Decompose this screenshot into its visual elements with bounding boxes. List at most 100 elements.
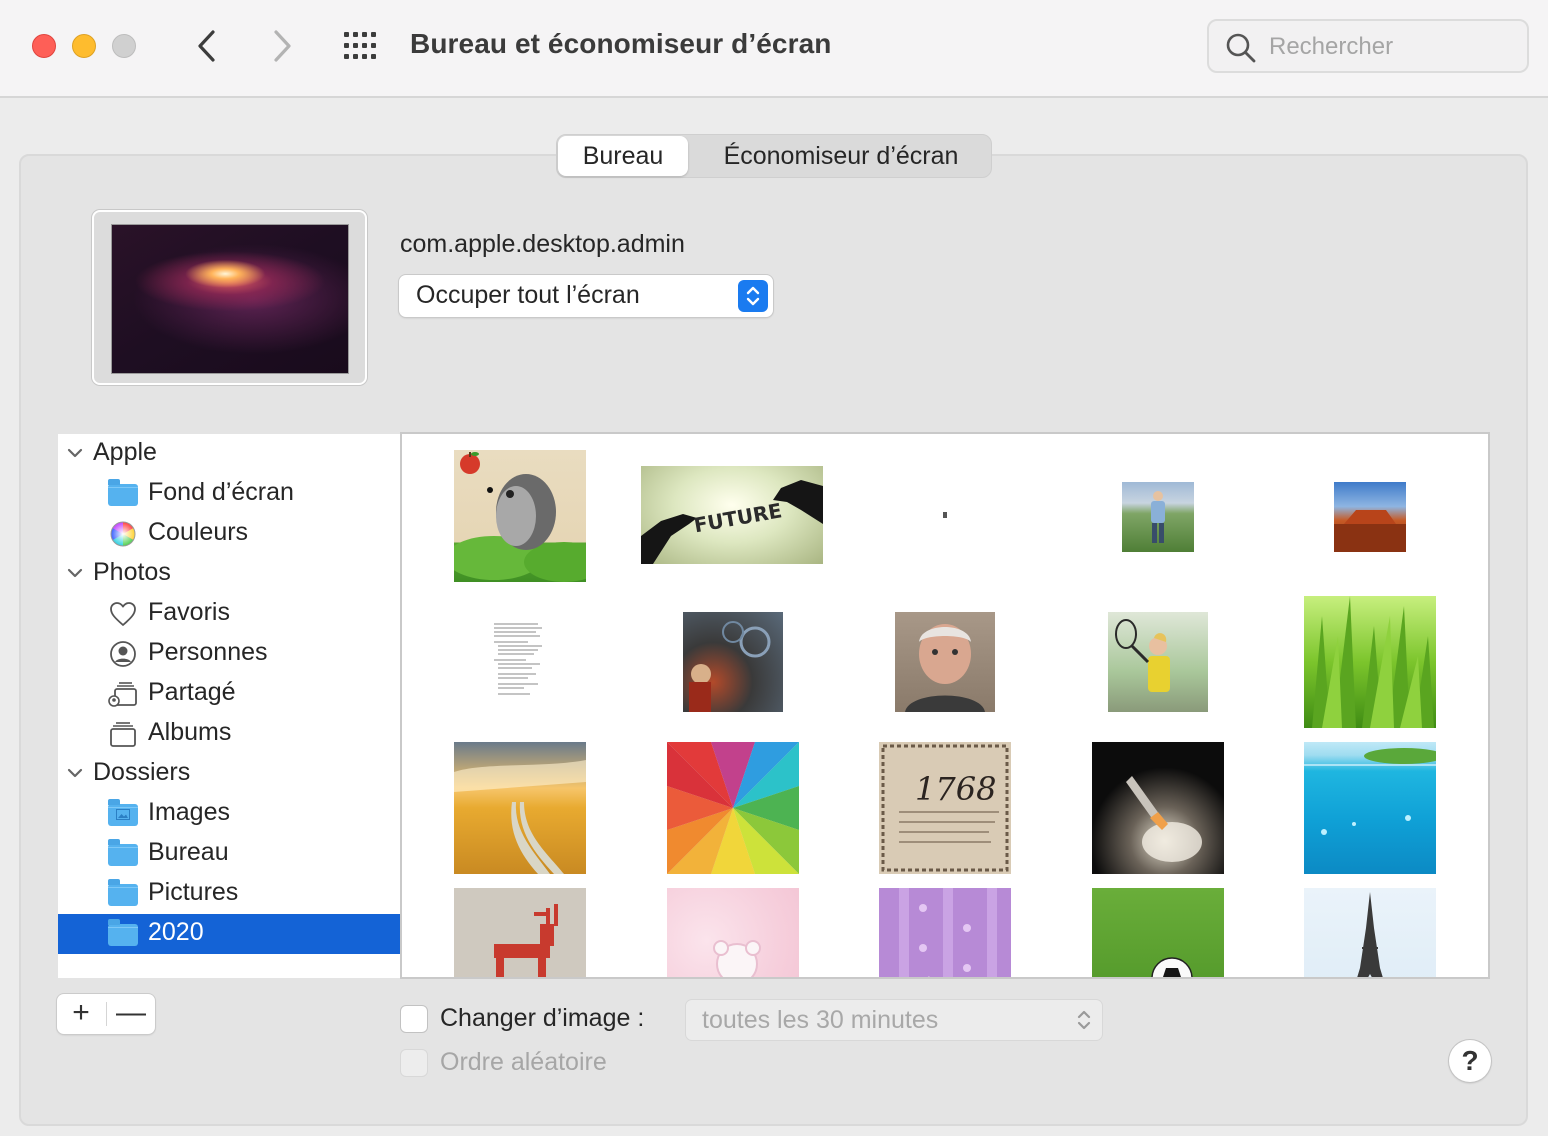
sidebar-section-dossiers[interactable]: Dossiers xyxy=(58,754,400,794)
wallpaper-thumb-purple-pattern[interactable] xyxy=(879,888,1011,977)
wallpaper-thumb-underwater-island[interactable] xyxy=(1304,742,1436,874)
tab-desktop[interactable]: Bureau xyxy=(558,136,688,176)
sidebar-item-label: Fond d’écran xyxy=(148,478,294,506)
purple-pattern-art xyxy=(899,888,997,977)
folder-icon xyxy=(108,879,138,909)
old-print-art xyxy=(881,744,1009,872)
title-bar: Bureau et économiseur d’écran xyxy=(0,0,1548,98)
sidebar-item-label: Pictures xyxy=(148,878,239,906)
fit-mode-select[interactable]: Occuper tout l’écran xyxy=(399,275,773,317)
help-button[interactable]: ? xyxy=(1449,1040,1491,1082)
current-wallpaper-image xyxy=(111,224,349,374)
search-input[interactable] xyxy=(1269,29,1519,65)
change-picture-checkbox[interactable] xyxy=(400,1005,428,1033)
window-title: Bureau et économiseur d’écran xyxy=(410,28,832,59)
interval-value: toutes les 30 minutes xyxy=(702,1006,939,1034)
wallpaper-thumb-soccer-ball-grass[interactable] xyxy=(1092,888,1224,977)
wallpaper-thumb-future-hands[interactable]: FUTURE xyxy=(641,466,823,564)
wallpaper-thumb-man-meadow[interactable] xyxy=(1122,482,1194,552)
chevron-right-icon xyxy=(274,30,291,62)
sidebar-item-personnes[interactable]: Personnes xyxy=(58,634,400,674)
forward-button[interactable] xyxy=(264,28,300,64)
island-art xyxy=(1304,748,1436,835)
year-1768-label: 1768 xyxy=(915,770,997,808)
sidebar-item-2020[interactable]: 2020 xyxy=(58,914,400,954)
shuttle-art xyxy=(1126,776,1202,862)
wallpaper-thumb-green-grass[interactable] xyxy=(1304,596,1436,728)
sidebar-section-label: Apple xyxy=(93,438,157,466)
wallpaper-thumb-shuttle-launch[interactable] xyxy=(1092,742,1224,874)
grid-icon xyxy=(344,32,376,59)
sidebar-item-fond-ecran[interactable]: Fond d’écran xyxy=(58,474,400,514)
remove-folder-button[interactable]: — xyxy=(107,994,155,1034)
wallpaper-thumb-old-man-portrait[interactable] xyxy=(895,612,995,712)
albums-icon xyxy=(108,719,138,749)
sidebar-item-albums[interactable]: Albums xyxy=(58,714,400,754)
select-stepper-icon xyxy=(1077,1010,1091,1030)
wallpaper-thumb-year-1768-old-print[interactable]: 1768 xyxy=(879,742,1011,874)
search-field[interactable] xyxy=(1207,19,1529,73)
color-rays-art xyxy=(667,742,799,874)
sidebar-item-couleurs[interactable]: Couleurs xyxy=(58,514,400,554)
wallpaper-thumb-color-rays[interactable] xyxy=(667,742,799,874)
wallpaper-thumb-eiffel-tower[interactable] xyxy=(1304,888,1436,977)
show-all-button[interactable] xyxy=(342,31,382,61)
wallpaper-thumb-hedgehog-apple[interactable] xyxy=(454,450,586,582)
sidebar-item-label: Favoris xyxy=(148,598,230,626)
sidebar-section-apple[interactable]: Apple xyxy=(58,434,400,474)
wallpaper-thumb-tiny-dot[interactable] xyxy=(943,512,947,518)
random-order-checkbox[interactable] xyxy=(400,1049,428,1077)
random-order-label: Ordre aléatoire xyxy=(440,1048,607,1076)
canyon-art xyxy=(1334,510,1406,552)
close-window-button[interactable] xyxy=(32,34,56,58)
chevron-down-icon xyxy=(67,448,83,458)
wallpaper-thumb-text-document[interactable] xyxy=(488,618,550,704)
tab-screensaver[interactable]: Économiseur d’écran xyxy=(691,135,991,177)
teddy-art xyxy=(713,940,761,977)
sidebar-item-label: Partagé xyxy=(148,678,236,706)
color-wheel-icon xyxy=(108,519,138,549)
wallpaper-thumb-cross-stitch-deer[interactable] xyxy=(454,888,586,977)
desktop-preview xyxy=(92,210,367,385)
heart-icon xyxy=(108,599,138,629)
sidebar-item-bureau[interactable]: Bureau xyxy=(58,834,400,874)
wallpaper-thumb-red-rock-canyon[interactable] xyxy=(1334,482,1406,552)
add-folder-button[interactable]: + xyxy=(57,994,105,1034)
tab-bar: Bureau Économiseur d’écran xyxy=(556,134,992,178)
source-sidebar: Apple Fond d’écran Couleurs Photos Favor… xyxy=(58,434,400,978)
add-remove-control: + — xyxy=(57,994,155,1034)
wallpaper-thumb-singer-stage[interactable] xyxy=(683,612,783,712)
singer-art xyxy=(689,621,771,712)
soccer-art xyxy=(1151,957,1193,977)
sidebar-section-photos[interactable]: Photos xyxy=(58,554,400,594)
select-stepper-icon xyxy=(738,280,768,312)
wallpaper-thumb-wheat-field-path[interactable] xyxy=(454,742,586,874)
sidebar-section-label: Dossiers xyxy=(93,758,191,786)
folder-icon xyxy=(108,479,138,509)
sidebar-item-pictures[interactable]: Pictures xyxy=(58,874,400,914)
wallpaper-thumb-tennis-player[interactable] xyxy=(1108,612,1208,712)
sidebar-item-label: Couleurs xyxy=(148,518,249,546)
wallpaper-gallery: FUTURE 1768 xyxy=(400,432,1490,979)
folder-icon xyxy=(108,839,138,869)
sidebar-item-label: Images xyxy=(148,798,230,826)
sidebar-item-images[interactable]: Images xyxy=(58,794,400,834)
hedgehog-art xyxy=(454,452,586,582)
wallpaper-thumb-pink-teddy-bear[interactable] xyxy=(667,888,799,977)
sidebar-item-favoris[interactable]: Favoris xyxy=(58,594,400,634)
svg-text:FUTURE: FUTURE xyxy=(692,498,784,537)
sidebar-item-partage[interactable]: Partagé xyxy=(58,674,400,714)
grass-art xyxy=(1312,596,1434,728)
deer-art xyxy=(494,904,558,977)
interval-select[interactable]: toutes les 30 minutes xyxy=(685,999,1103,1041)
sidebar-item-label: Bureau xyxy=(148,838,229,866)
minimize-window-button[interactable] xyxy=(72,34,96,58)
back-button[interactable] xyxy=(190,28,226,64)
future-art: FUTURE xyxy=(641,480,823,564)
man-meadow-art xyxy=(1151,491,1165,543)
sidebar-section-label: Photos xyxy=(93,558,171,586)
fit-mode-value: Occuper tout l’écran xyxy=(416,281,640,309)
zoom-window-button[interactable] xyxy=(112,34,136,58)
wallpaper-name: com.apple.desktop.admin xyxy=(400,230,685,258)
change-picture-label: Changer d’image : xyxy=(440,1004,645,1032)
